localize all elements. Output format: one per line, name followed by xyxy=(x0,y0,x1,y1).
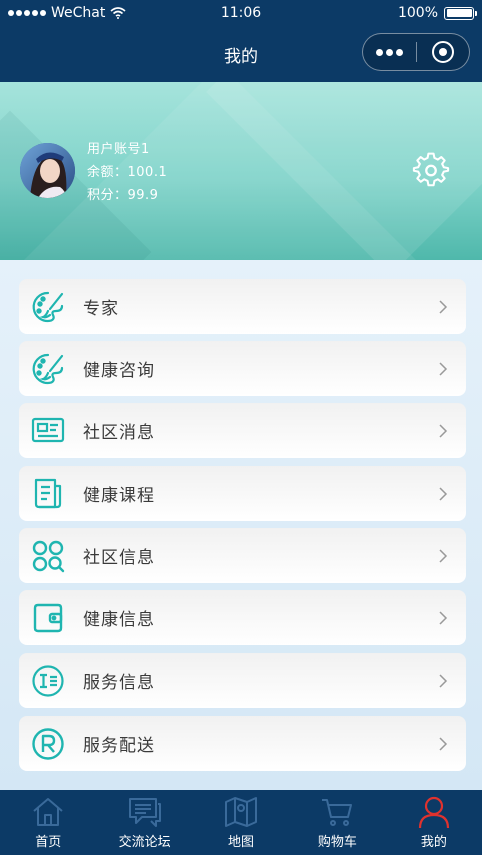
nav-bar: 我的 xyxy=(0,26,482,82)
chevron-right-icon xyxy=(439,486,448,501)
menu-item-label: 健康咨询 xyxy=(83,361,155,381)
menu-list: 专家 健康咨询 社区消息 健康课程 社区信息 健康信息 服务信息 服务配送 xyxy=(0,260,482,790)
close-button[interactable] xyxy=(417,41,470,63)
person-icon xyxy=(418,796,449,829)
tab-mine[interactable]: 我的 xyxy=(386,790,482,855)
menu-item-health-info[interactable]: 健康信息 xyxy=(19,590,466,645)
tab-bar: 首页 交流论坛 地图 购物车 我的 xyxy=(0,790,482,855)
registered-icon xyxy=(31,727,65,761)
chevron-right-icon xyxy=(439,548,448,563)
menu-item-service-delivery[interactable]: 服务配送 xyxy=(19,716,466,771)
tab-label: 购物车 xyxy=(317,835,357,850)
miniprogram-capsule xyxy=(362,33,470,71)
home-icon xyxy=(33,798,63,826)
chat-icon xyxy=(128,798,161,827)
menu-item-label: 专家 xyxy=(83,299,119,319)
status-bar: WeChat 11:06 100% xyxy=(0,0,482,26)
tab-label: 我的 xyxy=(420,835,447,850)
tab-cart[interactable]: 购物车 xyxy=(289,790,385,855)
target-icon xyxy=(431,41,454,63)
menu-item-health-courses[interactable]: 健康课程 xyxy=(19,466,466,521)
text-circle-icon xyxy=(31,664,65,698)
menu-item-label: 服务信息 xyxy=(83,673,155,693)
menu-item-label: 社区信息 xyxy=(83,548,155,568)
balance-text: 余额：100.1 xyxy=(87,165,168,180)
chevron-right-icon xyxy=(439,610,448,625)
document-icon xyxy=(31,477,65,511)
menu-item-label: 服务配送 xyxy=(83,736,155,756)
palette-icon xyxy=(31,290,65,324)
more-dots-icon xyxy=(375,48,403,56)
menu-item-community-news[interactable]: 社区消息 xyxy=(19,403,466,458)
menu-item-expert[interactable]: 专家 xyxy=(19,279,466,334)
page-title: 我的 xyxy=(224,46,258,67)
chevron-right-icon xyxy=(439,299,448,314)
battery-icon xyxy=(444,6,477,20)
menu-item-health-consult[interactable]: 健康咨询 xyxy=(19,341,466,396)
user-info: 用户账号1 余额：100.1 积分：99.9 xyxy=(87,138,167,207)
chevron-right-icon xyxy=(439,361,448,376)
tab-home[interactable]: 首页 xyxy=(0,790,96,855)
menu-item-label: 健康课程 xyxy=(83,486,155,506)
menu-item-community-info[interactable]: 社区信息 xyxy=(19,528,466,583)
points-text: 积分：99.9 xyxy=(87,188,159,203)
tab-forum[interactable]: 交流论坛 xyxy=(96,790,192,855)
chevron-right-icon xyxy=(439,736,448,751)
tab-label: 首页 xyxy=(35,835,62,850)
palette-icon xyxy=(31,352,65,386)
tab-label: 地图 xyxy=(228,835,255,850)
chevron-right-icon xyxy=(439,423,448,438)
avatar[interactable] xyxy=(20,143,75,198)
more-button[interactable] xyxy=(363,48,416,56)
account-name: 用户账号1 xyxy=(87,142,150,157)
status-time: 11:06 xyxy=(220,5,262,21)
tab-map[interactable]: 地图 xyxy=(193,790,289,855)
gear-icon[interactable] xyxy=(412,152,450,190)
map-icon xyxy=(225,797,258,827)
menu-item-label: 健康信息 xyxy=(83,610,155,630)
wallet-icon xyxy=(31,601,65,635)
profile-banner: 用户账号1 余额：100.1 积分：99.9 xyxy=(0,82,482,260)
id-card-icon xyxy=(31,414,65,448)
menu-item-label: 社区消息 xyxy=(83,423,155,443)
grid-search-icon xyxy=(31,539,65,573)
chevron-right-icon xyxy=(439,673,448,688)
tab-label: 交流论坛 xyxy=(118,835,171,850)
avatar-image xyxy=(20,143,75,198)
menu-item-service-info[interactable]: 服务信息 xyxy=(19,653,466,708)
cart-icon xyxy=(322,799,353,826)
